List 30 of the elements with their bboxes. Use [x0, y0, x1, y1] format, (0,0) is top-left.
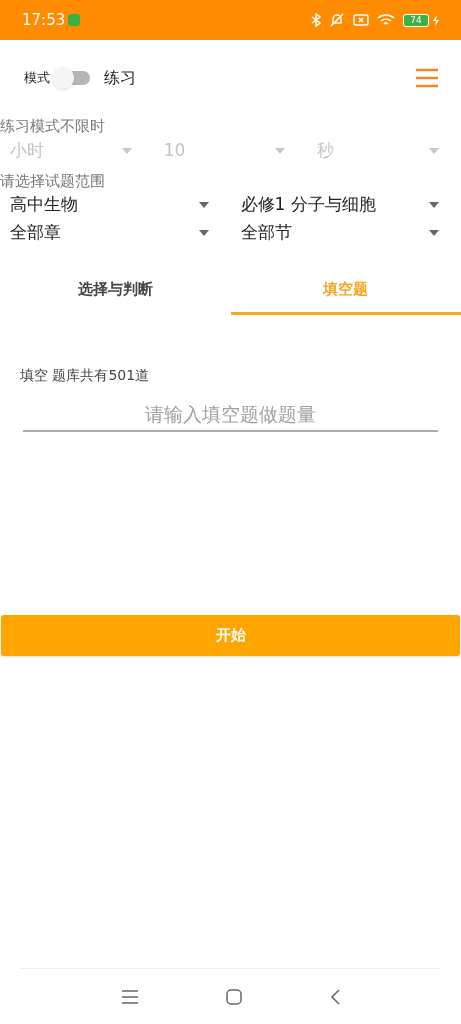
mode-value: 练习: [104, 67, 136, 89]
charging-icon: [433, 14, 439, 26]
menu-icon[interactable]: [415, 68, 439, 88]
home-icon[interactable]: [225, 988, 242, 1005]
app-notification-icon: [68, 14, 81, 26]
dropdown-select[interactable]: 全部章: [0, 219, 231, 247]
dropdown-select[interactable]: 必修1 分子与细胞: [230, 191, 461, 219]
mode-label: 模式: [24, 69, 50, 88]
dropdown-caret-icon: [198, 202, 209, 208]
timer-label: 练习模式不限时: [0, 116, 106, 136]
question-count-field[interactable]: 请输入填空题做题量: [23, 398, 438, 432]
sim-x-icon: [353, 14, 369, 26]
tab[interactable]: 选择与判断: [0, 267, 231, 315]
battery-level: 74: [410, 15, 422, 25]
mode-switch[interactable]: [52, 67, 92, 89]
dropdown-select[interactable]: 高中生物: [0, 191, 231, 219]
dropdown-caret-icon: [429, 230, 439, 236]
bluetooth-icon: [311, 13, 321, 27]
dropdown-select[interactable]: 全部节: [230, 219, 461, 247]
dropdown-caret-icon: [198, 230, 209, 236]
back-icon[interactable]: [329, 988, 340, 1005]
dropdown-caret-icon: [121, 148, 132, 154]
question-count-info: 填空 题库共有501道: [20, 366, 151, 385]
status-time: 17:53: [22, 9, 66, 31]
dropdown-caret-icon: [429, 148, 439, 154]
range-label: 请选择试题范围: [0, 171, 106, 191]
wifi-icon: [377, 13, 395, 27]
dropdown-caret-icon: [275, 148, 286, 154]
dropdown-caret-icon: [429, 202, 439, 208]
recent-apps-icon[interactable]: [121, 989, 138, 1004]
